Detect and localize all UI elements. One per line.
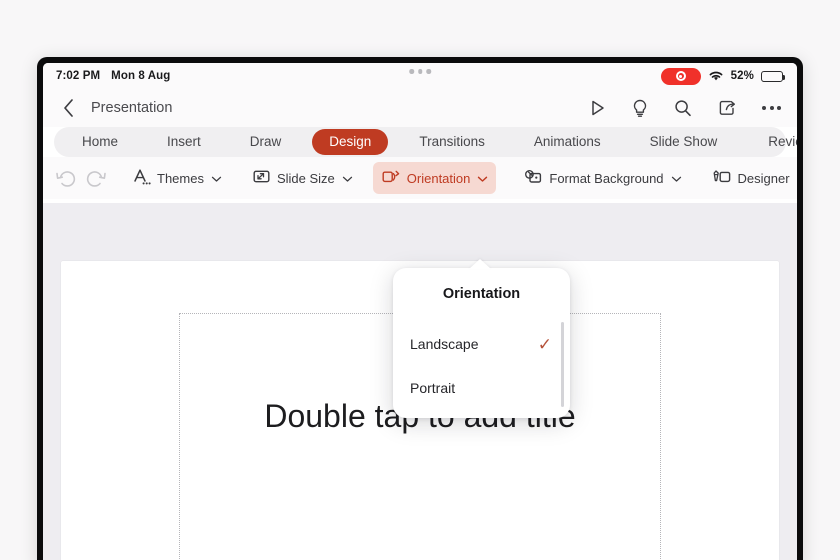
status-time: 7:02 PM (56, 70, 101, 82)
back-chevron-icon[interactable] (57, 97, 79, 119)
tab-draw[interactable]: Draw (236, 129, 296, 155)
tab-transitions[interactable]: Transitions (405, 129, 499, 155)
more-icon[interactable] (762, 106, 781, 110)
checkmark-icon: ✓ (537, 334, 552, 354)
designer-button[interactable]: Designer (704, 162, 797, 194)
app-nav-bar: Presentation (43, 89, 797, 127)
status-date: Mon 8 Aug (111, 70, 171, 82)
popover-arrow (469, 259, 491, 269)
handle-dot (409, 69, 414, 74)
popover-item-landscape[interactable]: Landscape ✓ (393, 322, 570, 366)
nav-bar-icons (589, 99, 783, 118)
format-background-button[interactable]: Format Background (515, 162, 689, 194)
slide-size-button[interactable]: Slide Size (244, 162, 361, 194)
multitask-drag-handle[interactable] (409, 69, 431, 74)
handle-dot (417, 69, 423, 74)
share-icon[interactable] (718, 99, 736, 117)
tab-design[interactable]: Design (312, 129, 389, 155)
ipad-screen: 7:02 PM Mon 8 Aug 52% Presentation Home … (43, 63, 797, 560)
chevron-down-icon (342, 171, 353, 186)
more-dot (762, 106, 766, 110)
status-bar-right: 52% (660, 67, 785, 85)
popover-item-portrait[interactable]: Portrait (393, 366, 570, 410)
page-backdrop: 7:02 PM Mon 8 Aug 52% Presentation Home … (0, 0, 840, 560)
designer-icon (712, 167, 732, 189)
slide-size-label: Slide Size (276, 170, 335, 186)
ribbon-tab-bar: Home Insert Draw Design Transitions Anim… (54, 127, 797, 157)
more-dot (777, 106, 781, 110)
orientation-icon (381, 167, 401, 189)
format-background-icon (523, 167, 543, 189)
undo-button[interactable] (55, 163, 76, 193)
chevron-down-icon (477, 171, 488, 186)
popover-scrollbar[interactable] (561, 322, 564, 407)
lightbulb-icon[interactable] (632, 99, 648, 118)
battery-percent: 52% (730, 70, 754, 82)
themes-button[interactable]: Themes (124, 162, 230, 194)
status-bar-left: 7:02 PM Mon 8 Aug (56, 70, 170, 82)
chevron-down-icon (211, 171, 222, 186)
record-icon[interactable] (660, 67, 701, 85)
ipad-device-bezel: 7:02 PM Mon 8 Aug 52% Presentation Home … (37, 57, 803, 560)
tab-home[interactable]: Home (68, 129, 132, 155)
designer-label: Designer (737, 170, 790, 186)
orientation-button[interactable]: Orientation (372, 162, 497, 194)
tab-animations[interactable]: Animations (520, 129, 615, 155)
play-icon[interactable] (589, 99, 606, 117)
search-icon[interactable] (674, 99, 692, 117)
battery-icon (761, 70, 785, 82)
more-dot (769, 106, 774, 110)
status-bar: 7:02 PM Mon 8 Aug 52% (43, 63, 797, 89)
tab-slide-show[interactable]: Slide Show (636, 129, 732, 155)
popover-item-label: Landscape (410, 336, 479, 352)
popover-item-label: Portrait (410, 380, 456, 396)
redo-button[interactable] (86, 163, 107, 193)
themes-label: Themes (157, 170, 204, 186)
wifi-icon (708, 70, 724, 82)
tab-review[interactable]: Review (754, 129, 797, 155)
chevron-down-icon (671, 171, 682, 186)
command-toolbar: Themes Slide Size Orientation Format Bac… (43, 157, 797, 199)
orientation-label: Orientation (406, 170, 471, 186)
record-ring (675, 71, 686, 81)
document-title[interactable]: Presentation (91, 100, 172, 116)
slide-size-icon (252, 167, 271, 189)
handle-dot (426, 69, 431, 74)
format-background-label: Format Background (549, 170, 664, 186)
orientation-popover: Orientation Landscape ✓ Portrait (393, 268, 570, 418)
themes-icon (132, 167, 151, 189)
tab-insert[interactable]: Insert (153, 129, 215, 155)
popover-title: Orientation (442, 286, 521, 302)
